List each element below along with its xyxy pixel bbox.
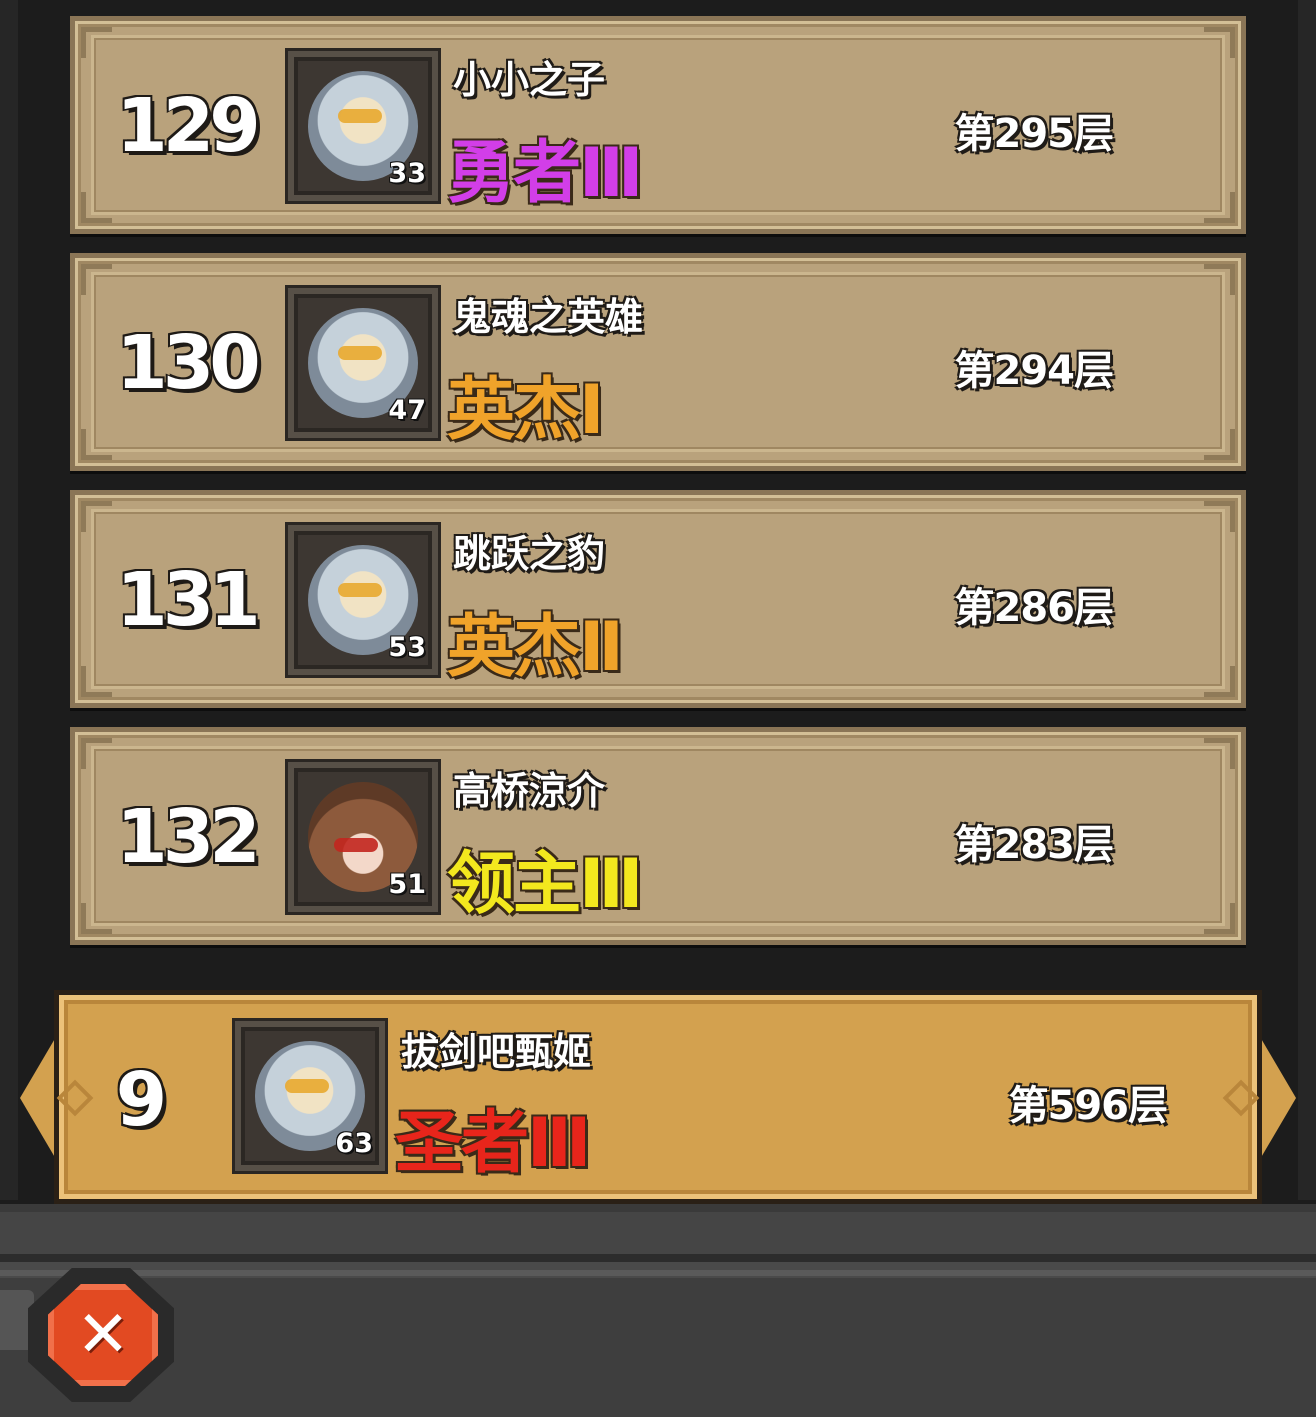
floor-reached: 第283层 [954,822,1114,868]
player-level: 47 [388,395,426,426]
frame-corner [81,264,112,295]
player-name: 鬼魂之英雄 [453,295,644,339]
player-level: 33 [388,158,426,189]
floor-reached: 第295层 [954,111,1114,157]
player-title: 英杰Ⅱ [447,608,624,687]
ranking-row[interactable]: 132 51 高桥涼介 领主Ⅲ 第283层 [70,727,1246,945]
my-floor-reached: 第596层 [1008,1083,1168,1129]
player-title: 英杰Ⅰ [447,371,604,450]
my-player-name: 拔剑吧甄姬 [401,1030,592,1074]
my-rank-number: 9 [115,1057,168,1143]
player-avatar[interactable]: 47 [288,288,438,438]
player-name: 跳跃之豹 [453,532,606,576]
bottom-bar-ledge [0,1270,1316,1276]
portrait-eyes [334,838,378,852]
portrait-eyes [338,346,382,360]
frame-corner [1204,903,1235,934]
player-title: 领主Ⅲ [447,845,643,924]
ranking-row[interactable]: 129 33 小小之子 勇者Ⅲ 第295层 [70,16,1246,234]
player-avatar[interactable]: 51 [288,762,438,912]
player-level: 53 [388,632,426,663]
my-ranking-row[interactable]: 9 63 拔剑吧甄姬 圣者Ⅲ 第596层 [54,990,1262,1204]
ranking-row[interactable]: 131 53 跳跃之豹 英杰Ⅱ 第286层 [70,490,1246,708]
list-right-rail [1298,0,1316,1200]
bottom-bar [0,1204,1316,1417]
close-button[interactable]: ✕ [48,1284,158,1386]
frame-corner [81,738,112,769]
my-avatar[interactable]: 63 [235,1021,385,1171]
frame-corner [81,27,112,58]
player-avatar[interactable]: 33 [288,51,438,201]
frame-corner [1204,501,1235,532]
frame-corner [1204,738,1235,769]
frame-corner [81,192,112,223]
frame-corner [1204,264,1235,295]
frame-corner [1204,429,1235,460]
frame-corner [1204,192,1235,223]
ranking-row[interactable]: 130 47 鬼魂之英雄 英杰Ⅰ 第294层 [70,253,1246,471]
floor-reached: 第294层 [954,348,1114,394]
portrait-eyes [338,583,382,597]
portrait-eyes [338,109,382,123]
player-name: 高桥涼介 [453,769,606,813]
list-left-rail [0,0,18,1200]
frame-corner [81,666,112,697]
player-title: 勇者Ⅲ [447,134,643,213]
player-name: 小小之子 [453,58,606,102]
frame-corner [81,429,112,460]
frame-corner [81,903,112,934]
my-title: 圣者Ⅲ [395,1104,591,1183]
my-level: 63 [335,1128,373,1159]
frame-corner [1204,27,1235,58]
rank-number: 129 [116,83,260,169]
portrait-eyes [285,1079,329,1093]
rank-number: 132 [116,794,260,880]
frame-corner [1204,666,1235,697]
rank-number: 131 [116,557,260,643]
close-icon: ✕ [76,1298,130,1372]
self-row-right-point [1256,1030,1296,1166]
frame-corner [81,501,112,532]
player-avatar[interactable]: 53 [288,525,438,675]
floor-reached: 第286层 [954,585,1114,631]
rank-number: 130 [116,320,260,406]
player-level: 51 [388,869,426,900]
